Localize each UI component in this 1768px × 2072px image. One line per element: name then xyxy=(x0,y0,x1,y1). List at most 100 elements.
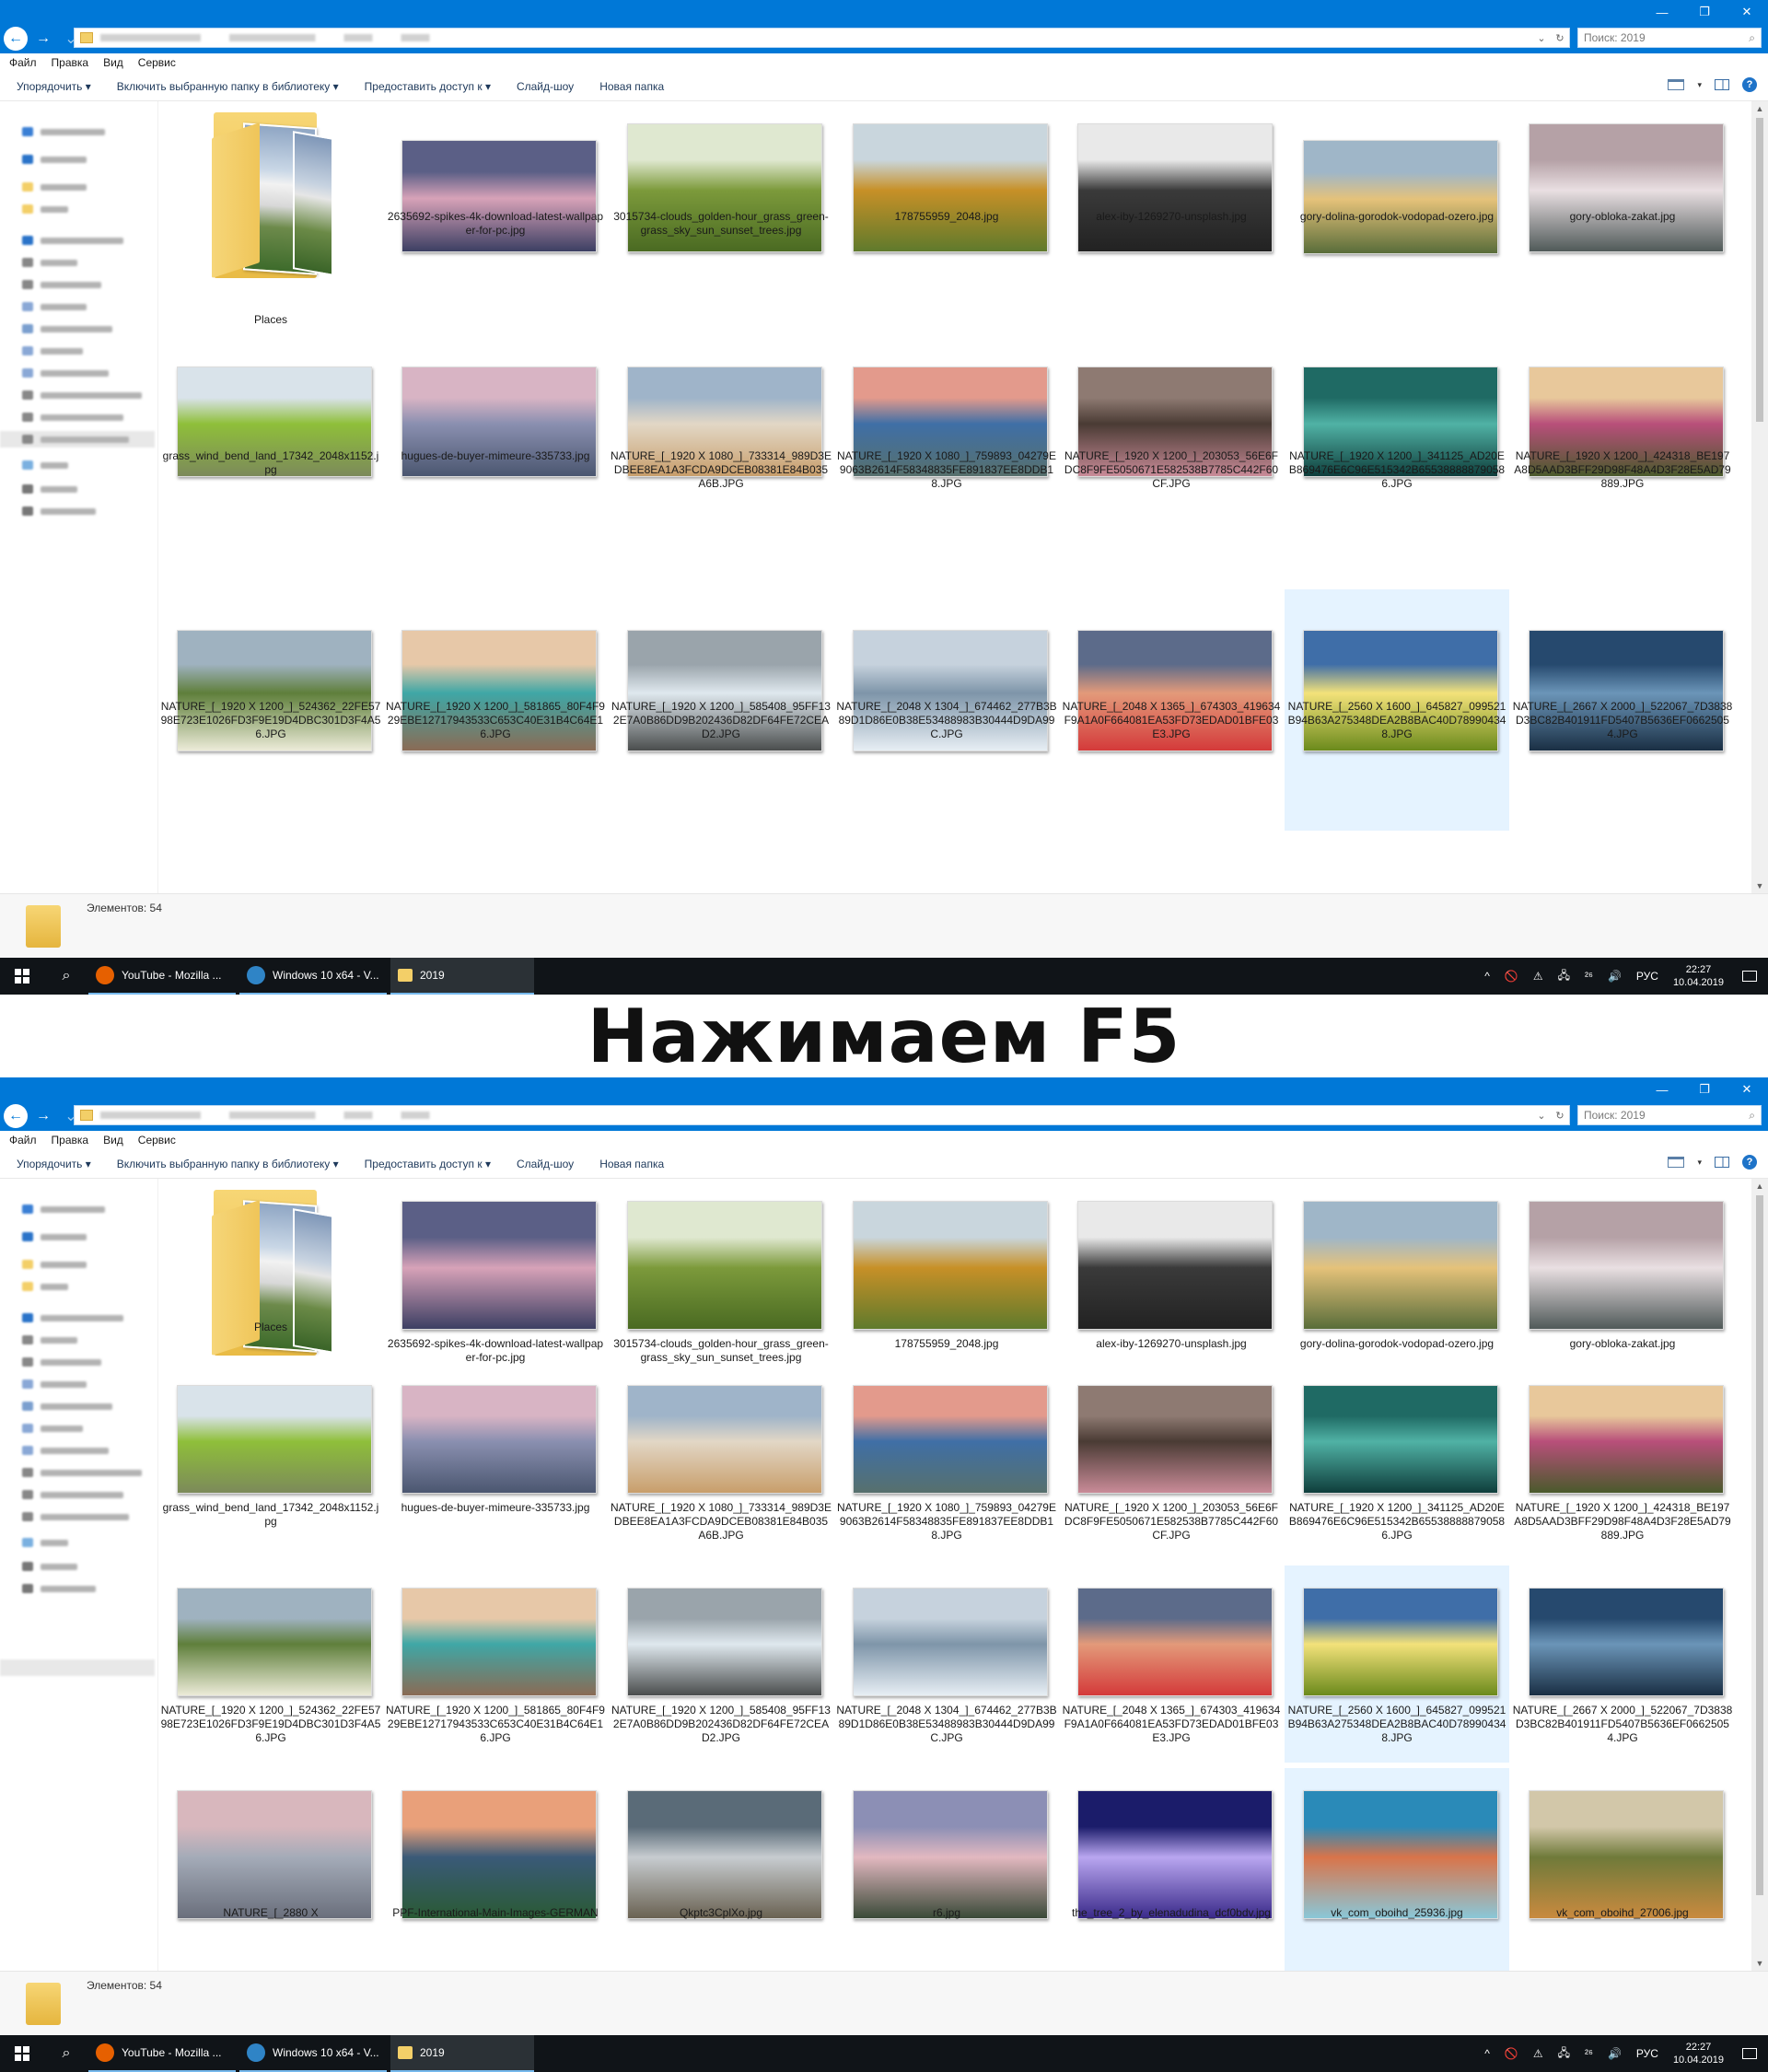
menu-item[interactable]: Правка xyxy=(52,1134,89,1147)
maximize-button[interactable]: ❐ xyxy=(1683,0,1726,24)
blocked-icon[interactable]: 🚫 xyxy=(1505,970,1518,983)
forward-arrow-icon[interactable]: → xyxy=(31,27,55,51)
image-file-item[interactable]: NATURE_[_1920 X 1080_]_733314_989D3EDBEE… xyxy=(609,1363,833,1560)
nav-item-blurred[interactable] xyxy=(22,1512,129,1521)
vertical-scrollbar[interactable]: ▲ ▼ xyxy=(1751,101,1768,893)
nav-item-blurred[interactable] xyxy=(22,1468,142,1477)
taskbar-app-3[interactable]: 2019 xyxy=(390,958,534,995)
nav-item-blurred[interactable] xyxy=(22,258,77,267)
nav-item-blurred[interactable] xyxy=(22,1538,68,1547)
menu-item[interactable]: Сервис xyxy=(138,56,176,69)
image-file-item[interactable]: Qkptc3CplXo.jpg xyxy=(609,1768,833,1971)
slideshow-button[interactable]: Слайд-шоу xyxy=(517,1158,574,1170)
organize-button[interactable]: Упорядочить ▾ xyxy=(17,1158,91,1170)
menu-item[interactable]: Сервис xyxy=(138,1134,176,1147)
nav-item-blurred[interactable] xyxy=(22,1260,87,1269)
taskbar-app-1[interactable]: YouTube - Mozilla ... xyxy=(88,958,236,995)
image-file-item[interactable]: NATURE_[_1920 X 1200_]_581865_80F4F929EB… xyxy=(383,589,608,831)
image-file-item[interactable]: NATURE_[_2667 X 2000_]_522067_7D3838D3BC… xyxy=(1510,1566,1735,1763)
image-file-item[interactable]: NATURE_[_2880 X xyxy=(158,1768,383,1971)
image-file-item[interactable]: grass_wind_bend_land_17342_2048x1152.jpg xyxy=(158,1363,383,1560)
nav-item-blurred[interactable] xyxy=(22,1424,83,1433)
action-center-icon[interactable] xyxy=(1731,958,1768,995)
nav-item-blurred[interactable] xyxy=(22,1402,112,1411)
action-center-icon[interactable] xyxy=(1731,2035,1768,2072)
scroll-down-icon[interactable]: ▼ xyxy=(1751,1956,1768,1971)
warning-icon[interactable]: ⚠ xyxy=(1533,2047,1543,2060)
new-folder-button[interactable]: Новая папка xyxy=(599,80,664,93)
image-file-item[interactable]: NATURE_[_1920 X 1200_]_341125_AD20EB8694… xyxy=(1285,1363,1509,1560)
change-view-icon[interactable] xyxy=(1668,79,1685,90)
nav-item-blurred[interactable] xyxy=(22,324,112,333)
clock[interactable]: 22:27 10.04.2019 xyxy=(1673,2041,1724,2066)
image-file-item[interactable]: 3015734-clouds_golden-hour_grass_green-g… xyxy=(609,101,833,332)
nav-item-blurred[interactable] xyxy=(22,413,123,422)
notification-count-icon[interactable]: ²⁶ xyxy=(1585,970,1593,983)
nav-item-blurred[interactable] xyxy=(22,302,87,311)
scroll-down-icon[interactable]: ▼ xyxy=(1751,879,1768,893)
menu-item[interactable]: Вид xyxy=(103,1134,123,1147)
image-file-item[interactable]: 178755959_2048.jpg xyxy=(834,1179,1059,1376)
taskbar-app-1[interactable]: YouTube - Mozilla ... xyxy=(88,2035,236,2072)
search-input[interactable]: Поиск: 2019 ⌕ xyxy=(1577,1105,1762,1125)
image-file-item[interactable]: NATURE_[_1920 X 1080_]_733314_989D3EDBEE… xyxy=(609,341,833,582)
blocked-icon[interactable]: 🚫 xyxy=(1505,2047,1518,2060)
menu-item[interactable]: Правка xyxy=(52,56,89,69)
nav-item-blurred[interactable] xyxy=(22,1335,77,1344)
image-file-item[interactable]: NATURE_[_1920 X 1200_]_341125_AD20EB8694… xyxy=(1285,341,1509,582)
help-icon[interactable]: ? xyxy=(1742,1155,1757,1170)
nav-item-blurred[interactable] xyxy=(22,1282,68,1291)
help-icon[interactable]: ? xyxy=(1742,77,1757,92)
close-button[interactable]: ✕ xyxy=(1726,0,1768,24)
chevron-down-icon[interactable]: ⌄ xyxy=(1537,1110,1545,1122)
image-file-item[interactable]: vk_com_oboihd_25936.jpg xyxy=(1285,1768,1509,1971)
share-with-button[interactable]: Предоставить доступ к ▾ xyxy=(365,1158,491,1170)
nav-item-blurred[interactable] xyxy=(22,1562,77,1571)
vertical-scrollbar[interactable]: ▲ ▼ xyxy=(1751,1179,1768,1971)
image-file-item[interactable]: NATURE_[_1920 X 1200_]_203053_56E6FDC8F9… xyxy=(1059,341,1284,582)
close-button[interactable]: ✕ xyxy=(1726,1077,1768,1101)
image-file-item[interactable]: alex-iby-1269270-unsplash.jpg xyxy=(1059,101,1284,332)
nav-item-blurred[interactable] xyxy=(22,506,96,516)
image-file-item[interactable]: grass_wind_bend_land_17342_2048x1152.jpg xyxy=(158,341,383,582)
folder-item[interactable]: Places xyxy=(158,101,383,332)
show-hidden-icons-chevron-icon[interactable]: ^ xyxy=(1484,970,1490,983)
start-button[interactable] xyxy=(0,2035,44,2072)
nav-item-blurred[interactable] xyxy=(22,368,109,378)
chevron-down-icon[interactable]: ⌄ xyxy=(1537,32,1545,44)
image-file-item[interactable]: hugues-de-buyer-mimeure-335733.jpg xyxy=(383,1363,608,1560)
nav-item-blurred[interactable] xyxy=(22,1379,87,1389)
scroll-thumb[interactable] xyxy=(1756,1195,1763,1895)
taskbar-app-3[interactable]: 2019 xyxy=(390,2035,534,2072)
nav-item-blurred[interactable] xyxy=(22,127,105,136)
nav-item-blurred[interactable] xyxy=(22,1490,123,1499)
share-with-button[interactable]: Предоставить доступ к ▾ xyxy=(365,80,491,93)
slideshow-button[interactable]: Слайд-шоу xyxy=(517,80,574,93)
nav-item-blurred[interactable] xyxy=(22,280,101,289)
nav-item-blurred[interactable] xyxy=(22,346,83,355)
language-indicator[interactable]: РУС xyxy=(1636,970,1658,983)
image-file-item[interactable]: NATURE_[_1920 X 1200_]_524362_22FE5798E7… xyxy=(158,1566,383,1763)
nav-item-blurred[interactable] xyxy=(22,1357,101,1367)
image-file-item[interactable]: hugues-de-buyer-mimeure-335733.jpg xyxy=(383,341,608,582)
organize-button[interactable]: Упорядочить ▾ xyxy=(17,80,91,93)
nav-item-blurred[interactable] xyxy=(22,390,142,400)
volume-icon[interactable]: 🔊 xyxy=(1608,970,1622,983)
image-file-item[interactable]: vk_com_oboihd_27006.jpg xyxy=(1510,1768,1735,1971)
image-file-item[interactable]: r6.jpg xyxy=(834,1768,1059,1971)
image-file-item[interactable]: NATURE_[_2048 X 1365_]_674303_419634F9A1… xyxy=(1059,589,1284,831)
image-file-item[interactable]: alex-iby-1269270-unsplash.jpg xyxy=(1059,1179,1284,1376)
image-file-item[interactable]: NATURE_[_2048 X 1304_]_674462_277B3B89D1… xyxy=(834,589,1059,831)
volume-icon[interactable]: 🔊 xyxy=(1608,2047,1622,2060)
image-file-item[interactable]: gory-dolina-gorodok-vodopad-ozero.jpg xyxy=(1285,1179,1509,1376)
image-file-item[interactable]: the_tree_2_by_elenadudina_dcf0bdv.jpg xyxy=(1059,1768,1284,1971)
nav-item-blurred[interactable] xyxy=(22,1584,96,1593)
notification-count-icon[interactable]: ²⁶ xyxy=(1585,2047,1593,2060)
minimize-button[interactable]: — xyxy=(1641,1077,1683,1101)
back-arrow-icon[interactable]: ← xyxy=(4,27,28,51)
search-icon[interactable]: ⌕ xyxy=(44,958,88,995)
image-file-item[interactable]: gory-obloka-zakat.jpg xyxy=(1510,1179,1735,1376)
image-file-item[interactable]: NATURE_[_2048 X 1304_]_674462_277B3B89D1… xyxy=(834,1566,1059,1763)
address-bar[interactable]: ⌄ ↻ xyxy=(74,1105,1570,1125)
menu-item[interactable]: Файл xyxy=(9,1134,37,1147)
